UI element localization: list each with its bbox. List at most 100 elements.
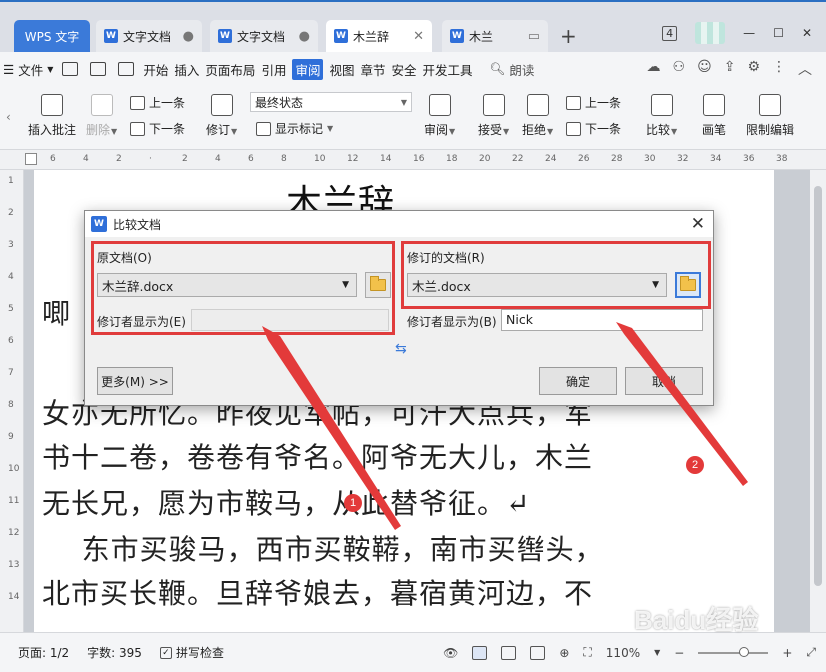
ruler-tick: 14 [380, 154, 392, 164]
outline-view-icon[interactable] [501, 645, 517, 660]
menu-review[interactable]: 审阅 [292, 58, 324, 80]
document-tab[interactable]: W 木兰 ▭ [442, 20, 548, 52]
word-count[interactable]: 字数: 395 [87, 644, 142, 661]
gear-icon[interactable]: ⚙ [747, 59, 760, 79]
ruler-tick: 30 [644, 154, 656, 164]
scrollbar-thumb[interactable] [814, 186, 822, 586]
watermark-logo: Baidu经验 [634, 605, 759, 635]
save-icon[interactable] [62, 62, 79, 76]
vertical-ruler-tick: 7 [8, 368, 14, 378]
spellcheck-toggle[interactable]: ✓ 拼写检查 [159, 644, 224, 661]
tab-label: 文字文档 [237, 29, 286, 44]
zoom-slider[interactable] [698, 646, 769, 657]
cancel-button[interactable]: 取消 [625, 367, 703, 395]
menu-chapter[interactable]: 章节 [360, 60, 385, 79]
document-tab[interactable]: W 文字文档 ● [210, 20, 318, 52]
next-comment-button[interactable]: 下一条 [130, 120, 185, 137]
spellcheck-label: 拼写检查 [175, 646, 224, 660]
insert-comment-button[interactable]: 插入批注 [28, 94, 76, 138]
maximize-icon[interactable]: ☐ [773, 26, 784, 40]
minimize-icon[interactable]: — [743, 26, 755, 40]
zoom-level[interactable]: 110% [606, 646, 640, 660]
ruler-tick: 6 [50, 154, 56, 164]
reading-view-icon[interactable] [530, 645, 546, 660]
dot-icon: ● [298, 28, 310, 44]
zoom-dropdown-icon[interactable]: ▼ [654, 648, 660, 657]
next-comment-icon [130, 121, 145, 136]
pen-button[interactable]: 画笔 [702, 94, 726, 138]
user-icon[interactable]: ⚇ [673, 59, 686, 79]
document-line: 书十二卷，卷卷有爷名。阿爷无大儿，木兰 [42, 441, 594, 474]
zoom-slider-knob[interactable] [738, 646, 749, 657]
menu-view[interactable]: 视图 [329, 60, 354, 79]
menu-references[interactable]: 引用 [261, 60, 286, 79]
show-markup-label: 显示标记 [275, 122, 324, 136]
new-tab-button[interactable]: + [560, 24, 577, 48]
menu-home[interactable]: 开始 [143, 60, 168, 79]
close-tab-icon[interactable]: ✕ [413, 29, 424, 44]
vertical-ruler-tick: 1 [8, 176, 14, 186]
delete-comment-button[interactable]: 删除▼ [86, 94, 117, 138]
indent-marker[interactable] [25, 153, 37, 165]
zoom-in-icon[interactable]: + [782, 646, 792, 660]
zoom-out-icon[interactable]: − [674, 646, 684, 660]
reject-button[interactable]: 拒绝▼ [522, 94, 553, 138]
menu-security[interactable]: 安全 [392, 60, 417, 79]
more-icon[interactable]: ⋮ [772, 59, 786, 79]
wps-home-label: WPS 文字 [24, 29, 80, 44]
document-tab[interactable]: W 文字文档 ● [96, 20, 202, 52]
print-icon[interactable] [118, 62, 135, 76]
page-view-icon[interactable] [472, 645, 488, 660]
wps-home-tab[interactable]: WPS 文字 [14, 20, 90, 52]
comment-plus-icon [41, 94, 63, 116]
ruler-tick: 36 [743, 154, 755, 164]
search-box[interactable]: 🔍︎ 朗读 [490, 60, 535, 79]
ruler-tick: 28 [611, 154, 623, 164]
review-pane-button[interactable]: 审阅▼ [424, 94, 455, 138]
dialog-close-button[interactable]: ✕ [691, 214, 705, 234]
accept-button[interactable]: 接受▼ [478, 94, 509, 138]
file-menu[interactable]: ☰ 文件 ▼ [3, 60, 53, 79]
display-state-select[interactable]: 最终状态 ▼ [250, 92, 412, 112]
fullscreen-icon[interactable]: ⤢ [806, 645, 816, 660]
accept-icon [482, 94, 505, 116]
restrict-editing-button[interactable]: 限制编辑 [746, 94, 794, 138]
show-markup-icon [256, 121, 271, 136]
page-indicator[interactable]: 页面: 1/2 [18, 644, 69, 661]
show-markup-button[interactable]: 显示标记 ▼ [256, 120, 333, 137]
close-window-icon[interactable]: ✕ [802, 26, 812, 40]
review-pane-icon [428, 94, 451, 116]
export-pdf-icon[interactable] [90, 62, 107, 76]
window-controls: 4 — ☐ ✕ [662, 22, 812, 44]
status-bar: 页面: 1/2 字数: 395 ✓ 拼写检查 👁︎ ⊕ ⛶ 110% ▼ − +… [0, 632, 826, 672]
avatar[interactable] [695, 22, 726, 44]
previous-change-button[interactable]: 上一条 [566, 94, 621, 111]
vertical-scrollbar[interactable] [810, 170, 826, 632]
previous-comment-button[interactable]: 上一条 [130, 94, 185, 111]
web-view-icon[interactable]: ⊕ [559, 646, 569, 660]
cloud-icon[interactable]: ☁ [647, 59, 661, 79]
tab-label: 木兰 [469, 29, 494, 44]
review-pane-label: 审阅 [424, 123, 449, 137]
collapse-ribbon-icon[interactable]: ︿ [798, 59, 812, 79]
horizontal-ruler[interactable]: 6 4 2 · 2 4 6 8 10 12 14 16 18 20 22 24 26 28 30 32 34 36 38 [0, 150, 826, 170]
share-icon[interactable]: ⇪ [724, 59, 736, 79]
more-options-button[interactable]: 更多(M) >> [97, 367, 173, 395]
fit-page-icon[interactable]: ⛶ [583, 645, 591, 660]
menu-developer[interactable]: 开发工具 [423, 60, 473, 79]
comment-icon[interactable]: ☺ [697, 59, 712, 79]
next-change-button[interactable]: 下一条 [566, 120, 621, 137]
window-count-badge[interactable]: 4 [662, 25, 678, 41]
menu-insert[interactable]: 插入 [174, 60, 199, 79]
compare-button[interactable]: 比较▼ [646, 94, 677, 138]
ok-button[interactable]: 确定 [539, 367, 617, 395]
delete-comment-icon [90, 94, 113, 116]
track-changes-button[interactable]: 修订▼ [206, 94, 237, 138]
menu-page-layout[interactable]: 页面布局 [205, 60, 255, 79]
eye-icon[interactable]: 👁︎ [443, 646, 458, 660]
swap-documents-icon[interactable]: ⇆ [395, 341, 407, 357]
document-tab-active[interactable]: W 木兰辞 ✕ [326, 20, 432, 52]
ruler-tick: 10 [314, 154, 326, 164]
scroll-left-icon[interactable]: ‹ [6, 110, 11, 124]
revised-reviewer-input[interactable]: Nick [501, 309, 703, 331]
